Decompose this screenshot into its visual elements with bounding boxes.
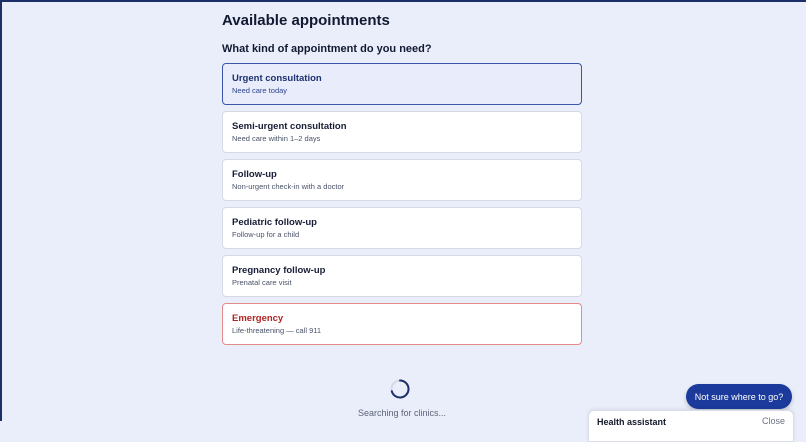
left-border — [0, 0, 2, 421]
option-title: Urgent consultation — [232, 73, 322, 84]
option-description: Need care within 1–2 days — [232, 134, 321, 143]
searching-status: Searching for clinics... — [357, 408, 447, 418]
page-title: Available appointments — [222, 12, 390, 29]
option-title: Emergency — [232, 313, 284, 324]
option-description: Non-urgent check-in with a doctor — [232, 182, 345, 191]
not-sure-where-to-go-button[interactable]: Not sure where to go? — [686, 384, 792, 409]
option-description: Life-threatening — call 911 — [232, 326, 322, 335]
appointment-type-question: What kind of appointment do you need? — [222, 43, 432, 55]
top-border — [0, 0, 806, 2]
option-semi-urgent-consultation[interactable]: Semi-urgent consultation Need care withi… — [222, 111, 582, 153]
option-pediatric-follow-up[interactable]: Pediatric follow-up Follow-up for a chil… — [222, 207, 582, 249]
loading-spinner-icon — [390, 379, 410, 399]
option-description: Prenatal care visit — [232, 278, 292, 287]
option-pregnancy-follow-up[interactable]: Pregnancy follow-up Prenatal care visit — [222, 255, 582, 297]
option-title: Pediatric follow-up — [232, 217, 317, 228]
option-description: Follow-up for a child — [232, 230, 300, 239]
appointment-type-list: Urgent consultation Need care today Semi… — [222, 63, 582, 351]
option-emergency[interactable]: Emergency Life-threatening — call 911 — [222, 303, 582, 345]
appointments-section: Available appointments What kind of appo… — [222, 12, 582, 345]
assistant-title: Health assistant — [597, 417, 667, 427]
option-urgent-consultation[interactable]: Urgent consultation Need care today — [222, 63, 582, 105]
option-title: Pregnancy follow-up — [232, 265, 326, 276]
option-title: Semi-urgent consultation — [232, 121, 347, 132]
assistant-close-button[interactable]: Close — [762, 416, 785, 426]
option-follow-up[interactable]: Follow-up Non-urgent check-in with a doc… — [222, 159, 582, 201]
option-description: Need care today — [232, 86, 288, 95]
option-title: Follow-up — [232, 169, 277, 180]
health-assistant-panel: Health assistant Close — [588, 410, 794, 442]
